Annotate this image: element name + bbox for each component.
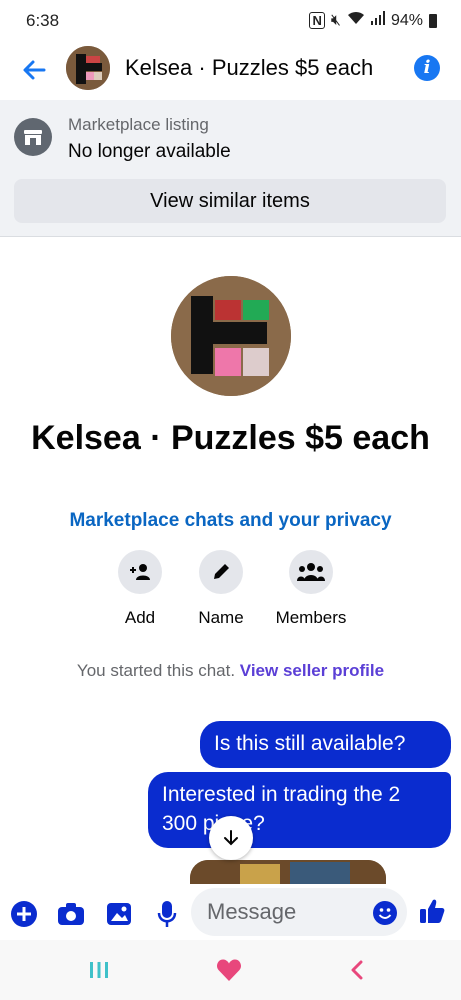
system-text: You started this chat.: [76, 661, 236, 680]
chat-title[interactable]: Kelsea · Puzzles $5 each: [125, 55, 373, 81]
gallery-icon[interactable]: [105, 900, 133, 928]
heart-icon[interactable]: [216, 958, 242, 987]
image-message[interactable]: [190, 860, 386, 884]
message-bubble[interactable]: Interested in trading the 2 300 piece?: [148, 772, 451, 848]
storefront-icon: [14, 118, 52, 156]
info-icon[interactable]: i: [414, 55, 440, 81]
add-label: Add: [124, 608, 156, 627]
wifi-icon: [347, 11, 365, 30]
battery-text: 94%: [390, 11, 423, 29]
recent-apps-icon[interactable]: [89, 961, 109, 984]
back-icon[interactable]: [350, 960, 364, 985]
privacy-link[interactable]: Marketplace chats and your privacy: [0, 510, 461, 532]
members-icon: [289, 550, 333, 594]
back-arrow-icon[interactable]: [18, 54, 50, 86]
signal-icon: [370, 11, 385, 30]
members-label: Members: [275, 608, 347, 627]
status-bar: 6:38 N 🔇︎ 94%: [0, 0, 461, 42]
composer: [0, 884, 461, 940]
avatar[interactable]: [66, 46, 110, 90]
emoji-icon[interactable]: [373, 901, 397, 925]
chat-header: Kelsea · Puzzles $5 each i: [0, 42, 461, 98]
system-message: You started this chat. View seller profi…: [60, 659, 401, 682]
view-seller-profile-link[interactable]: View seller profile: [240, 661, 384, 680]
add-person-icon: [118, 550, 162, 594]
listing-label: Marketplace listing: [68, 115, 209, 134]
battery-icon: [429, 13, 437, 28]
message-bubble[interactable]: Is this still available?: [200, 721, 451, 768]
arrow-down-icon: [224, 830, 238, 846]
camera-icon[interactable]: [57, 900, 85, 928]
pencil-icon: [199, 550, 243, 594]
mute-icon: 🔇︎: [330, 11, 341, 29]
members-action-button[interactable]: Members: [266, 550, 356, 628]
name-label: Name: [198, 608, 244, 627]
clock: 6:38: [26, 11, 60, 30]
system-nav-bar: [0, 940, 461, 1000]
profile-name: Kelsea · Puzzles $5 each: [31, 419, 430, 457]
thumbs-up-icon[interactable]: [418, 897, 446, 925]
microphone-icon[interactable]: [153, 900, 181, 928]
nfc-icon: N: [309, 12, 325, 29]
view-similar-items-button[interactable]: View similar items: [14, 179, 446, 223]
status-icons: N 🔇︎ 94%: [309, 11, 437, 30]
name-action-button[interactable]: Name: [176, 550, 266, 628]
scroll-down-button[interactable]: [209, 816, 253, 860]
listing-status: No longer available: [68, 141, 231, 162]
profile-avatar[interactable]: [171, 276, 291, 396]
marketplace-listing-panel: Marketplace listing No longer available …: [0, 100, 461, 237]
plus-icon[interactable]: [10, 900, 38, 928]
add-action-button[interactable]: Add: [95, 550, 185, 628]
